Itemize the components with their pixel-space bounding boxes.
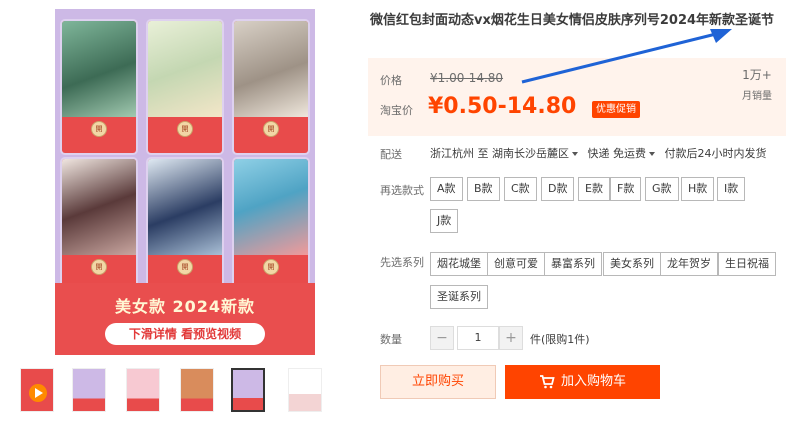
buy-now-button[interactable]: 立即购买 — [380, 365, 496, 399]
quantity-increment-button[interactable]: + — [499, 326, 523, 350]
series-option-beauty[interactable]: 美女系列 — [603, 252, 661, 276]
envelope-seal: 開 — [263, 259, 279, 275]
chevron-down-icon — [572, 152, 578, 156]
thumbnail-image[interactable] — [126, 368, 160, 412]
banner-subtitle: 下滑详情 看预览视频 — [105, 323, 265, 345]
thumbnail-image[interactable] — [180, 368, 214, 412]
style-option-a[interactable]: A款 — [430, 177, 463, 201]
style-option-f[interactable]: F款 — [610, 177, 642, 201]
style-option-e[interactable]: E款 — [578, 177, 610, 201]
delivery-note: 付款后24小时内发货 — [664, 147, 767, 160]
series-option-label: 先选系列 — [380, 256, 424, 269]
series-option-fireworks[interactable]: 烟花城堡 — [430, 252, 488, 276]
main-product-image[interactable]: 開 開 開 開 開 開 美女款 2024新款 下滑详情 看预览视频 — [55, 9, 315, 355]
style-option-b[interactable]: B款 — [467, 177, 500, 201]
style-option-g[interactable]: G款 — [645, 177, 679, 201]
delivery-info: 浙江杭州 至 湖南长沙岳麓区 快递 免运费 付款后24小时内发货 — [430, 145, 767, 161]
delivery-from: 浙江杭州 至 — [430, 147, 489, 160]
taobao-price-label: 淘宝价 — [380, 104, 413, 117]
style-option-i[interactable]: I款 — [717, 177, 746, 201]
quantity-label: 数量 — [380, 333, 402, 346]
series-option-cute[interactable]: 创意可爱 — [487, 252, 545, 276]
cart-icon — [539, 374, 555, 388]
style-option-d[interactable]: D款 — [541, 177, 575, 201]
add-to-cart-label: 加入购物车 — [560, 374, 626, 389]
thumbnail-image[interactable] — [288, 368, 322, 412]
delivery-label: 配送 — [380, 148, 402, 161]
envelope-card: 開 — [148, 21, 222, 153]
envelope-seal: 開 — [91, 121, 107, 137]
add-to-cart-button[interactable]: 加入购物车 — [505, 365, 660, 399]
envelope-seal: 開 — [177, 121, 193, 137]
style-option-c[interactable]: C款 — [504, 177, 537, 201]
quantity-decrement-button[interactable]: − — [430, 326, 454, 350]
thumbnail-image-selected[interactable] — [231, 368, 265, 412]
envelope-card: 開 — [234, 21, 308, 153]
promo-badge[interactable]: 优惠促销 — [592, 101, 640, 118]
series-option-wealth[interactable]: 暴富系列 — [544, 252, 602, 276]
series-option-christmas[interactable]: 圣诞系列 — [430, 285, 488, 309]
original-price: ¥1.00-14.80 — [430, 71, 504, 85]
delivery-destination[interactable]: 湖南长沙岳麓区 — [492, 147, 584, 160]
play-icon — [29, 384, 47, 402]
quantity-input[interactable]: 1 — [457, 326, 499, 350]
envelope-card: 開 — [148, 159, 222, 291]
series-option-birthday[interactable]: 生日祝福 — [718, 252, 776, 276]
delivery-method[interactable]: 快递 免运费 — [588, 147, 662, 160]
chevron-down-icon — [649, 152, 655, 156]
envelope-card: 開 — [62, 21, 136, 153]
style-option-h[interactable]: H款 — [681, 177, 715, 201]
price-label: 价格 — [380, 74, 402, 87]
sales-unit: 月销量 — [742, 91, 772, 102]
series-option-dragon-year[interactable]: 龙年贺岁 — [660, 252, 718, 276]
envelope-card: 開 — [62, 159, 136, 291]
banner-title: 美女款 2024新款 — [114, 297, 256, 316]
thumbnail-video[interactable] — [20, 368, 54, 412]
annotation-arrow-icon — [521, 29, 732, 84]
quantity-limit-text: 件(限购1件) — [530, 333, 590, 346]
envelope-seal: 開 — [263, 121, 279, 137]
style-option-j[interactable]: J款 — [430, 209, 459, 233]
thumbnail-image[interactable] — [72, 368, 106, 412]
envelope-card: 開 — [234, 159, 308, 291]
promo-banner: 美女款 2024新款 下滑详情 看预览视频 — [55, 283, 315, 355]
style-option-label: 再选款式 — [380, 184, 424, 197]
envelope-seal: 開 — [91, 259, 107, 275]
thumbnail-strip — [20, 368, 340, 416]
current-price: ¥0.50-14.80 — [428, 94, 577, 119]
envelope-seal: 開 — [177, 259, 193, 275]
